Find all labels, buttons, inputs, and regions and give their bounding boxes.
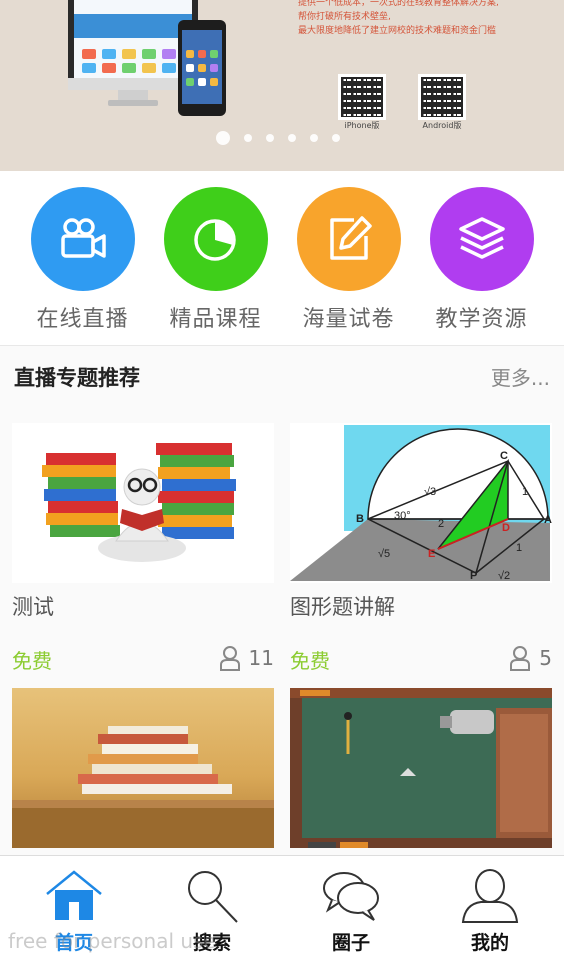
- svg-text:P: P: [470, 570, 477, 582]
- quick-nav-label: 海量试卷: [302, 307, 395, 332]
- more-link[interactable]: 更多...: [491, 362, 550, 391]
- quick-nav-papers-circle[interactable]: [296, 187, 401, 291]
- quick-nav-resources[interactable]: 教学资源: [415, 187, 548, 333]
- qr-code-android: [418, 74, 466, 120]
- svg-text:1: 1: [522, 486, 528, 498]
- qr-label-iphone: iPhone版: [344, 121, 380, 130]
- card-count-value: 11: [248, 646, 274, 670]
- tab-circle[interactable]: 圈子: [301, 868, 401, 955]
- quick-nav-label: 在线直播: [36, 307, 129, 332]
- bottom-tab-bar: 首页 搜索 圈子 我的: [0, 855, 564, 961]
- geometry-diagram-image: C B A E D P √3 30° 2 1 √5 √2 1: [290, 423, 552, 583]
- tab-me[interactable]: 我的: [440, 868, 540, 955]
- card-price: 免费: [12, 649, 52, 673]
- svg-text:1: 1: [516, 542, 522, 554]
- tab-label: 我的: [470, 932, 509, 954]
- svg-text:30°: 30°: [394, 510, 411, 522]
- banner-line: 最大限度地降低了建立网校的技术难题和资金门槛: [298, 26, 497, 36]
- carousel-dot[interactable]: [332, 134, 340, 142]
- tab-label: 首页: [54, 932, 93, 954]
- card-title: 测试: [12, 595, 54, 619]
- quick-nav-papers[interactable]: 海量试卷: [282, 187, 415, 333]
- qr-label-android: Android版: [422, 121, 462, 130]
- svg-text:√3: √3: [424, 486, 436, 498]
- banner-line: 提供一个低成本，一次式的在线教育整体解决方案,: [298, 0, 499, 8]
- course-card[interactable]: C B A E D P √3 30° 2 1 √5 √2 1 图形题讲解 免费: [290, 423, 552, 683]
- phone-illustration: [178, 20, 226, 116]
- carousel-dot[interactable]: [266, 134, 274, 142]
- svg-text:C: C: [500, 450, 508, 462]
- tab-label: 圈子: [331, 932, 370, 954]
- card-count-value: 5: [539, 646, 552, 670]
- book-stack-image: [12, 688, 274, 848]
- card-title: 图形题讲解: [290, 595, 395, 619]
- carousel-dot[interactable]: [216, 131, 230, 145]
- carousel-dots[interactable]: [216, 131, 340, 145]
- quick-nav-courses[interactable]: 精品课程: [149, 187, 282, 333]
- section-title: 直播专题推荐: [14, 366, 140, 390]
- user-icon: [461, 869, 519, 923]
- quick-nav-courses-circle[interactable]: [163, 187, 268, 291]
- quick-nav-live[interactable]: 在线直播: [16, 187, 149, 333]
- qr-code-iphone: [338, 74, 386, 120]
- books-reader-image: [12, 423, 274, 583]
- banner-carousel[interactable]: 提供一个低成本，一次式的在线教育整体解决方案, 帮你打破所有技术壁垒, 最大限度…: [0, 0, 564, 171]
- tab-search[interactable]: 搜索: [162, 868, 262, 955]
- card-price: 免费: [290, 649, 330, 673]
- tab-home[interactable]: 首页: [24, 868, 124, 955]
- carousel-dot[interactable]: [244, 134, 252, 142]
- card-member-count: 5: [509, 645, 552, 671]
- layers-icon: [458, 217, 505, 259]
- chat-bubbles-icon: [323, 872, 379, 921]
- card-member-count: 11: [219, 645, 274, 671]
- tab-label: 搜索: [192, 932, 231, 954]
- carousel-dot[interactable]: [310, 134, 318, 142]
- quick-nav: 在线直播 精品课程 海量试卷 教学资源: [0, 171, 564, 345]
- quick-nav-resources-circle[interactable]: [429, 187, 534, 291]
- user-icon: [219, 646, 240, 671]
- svg-text:√5: √5: [378, 548, 390, 560]
- quick-nav-label: 教学资源: [435, 307, 528, 332]
- svg-text:B: B: [356, 513, 364, 525]
- physics-experiment-image: [290, 688, 552, 848]
- course-card[interactable]: [290, 688, 552, 856]
- user-icon: [510, 646, 531, 671]
- svg-text:√2: √2: [498, 570, 510, 582]
- live-topics-section: 直播专题推荐 更多... 测试 免费 11 C B A E D P √3 30°…: [0, 345, 564, 855]
- course-card[interactable]: [12, 688, 274, 856]
- svg-text:A: A: [544, 514, 552, 526]
- app-screen: 提供一个低成本，一次式的在线教育整体解决方案, 帮你打破所有技术壁垒, 最大限度…: [0, 0, 564, 961]
- video-camera-icon: [60, 218, 106, 258]
- home-icon: [46, 870, 102, 920]
- course-card[interactable]: 测试 免费 11: [12, 423, 274, 683]
- svg-text:2: 2: [438, 518, 444, 530]
- quick-nav-label: 精品课程: [169, 307, 262, 332]
- search-icon: [188, 871, 238, 923]
- edit-icon: [329, 216, 372, 260]
- pie-chart-icon: [193, 219, 236, 261]
- banner-line: 帮你打破所有技术壁垒,: [298, 12, 391, 22]
- svg-text:E: E: [428, 548, 435, 560]
- svg-text:D: D: [502, 522, 510, 534]
- carousel-dot[interactable]: [288, 134, 296, 142]
- quick-nav-live-circle[interactable]: [30, 187, 135, 291]
- banner-text: 提供一个低成本，一次式的在线教育整体解决方案, 帮你打破所有技术壁垒, 最大限度…: [298, 0, 499, 38]
